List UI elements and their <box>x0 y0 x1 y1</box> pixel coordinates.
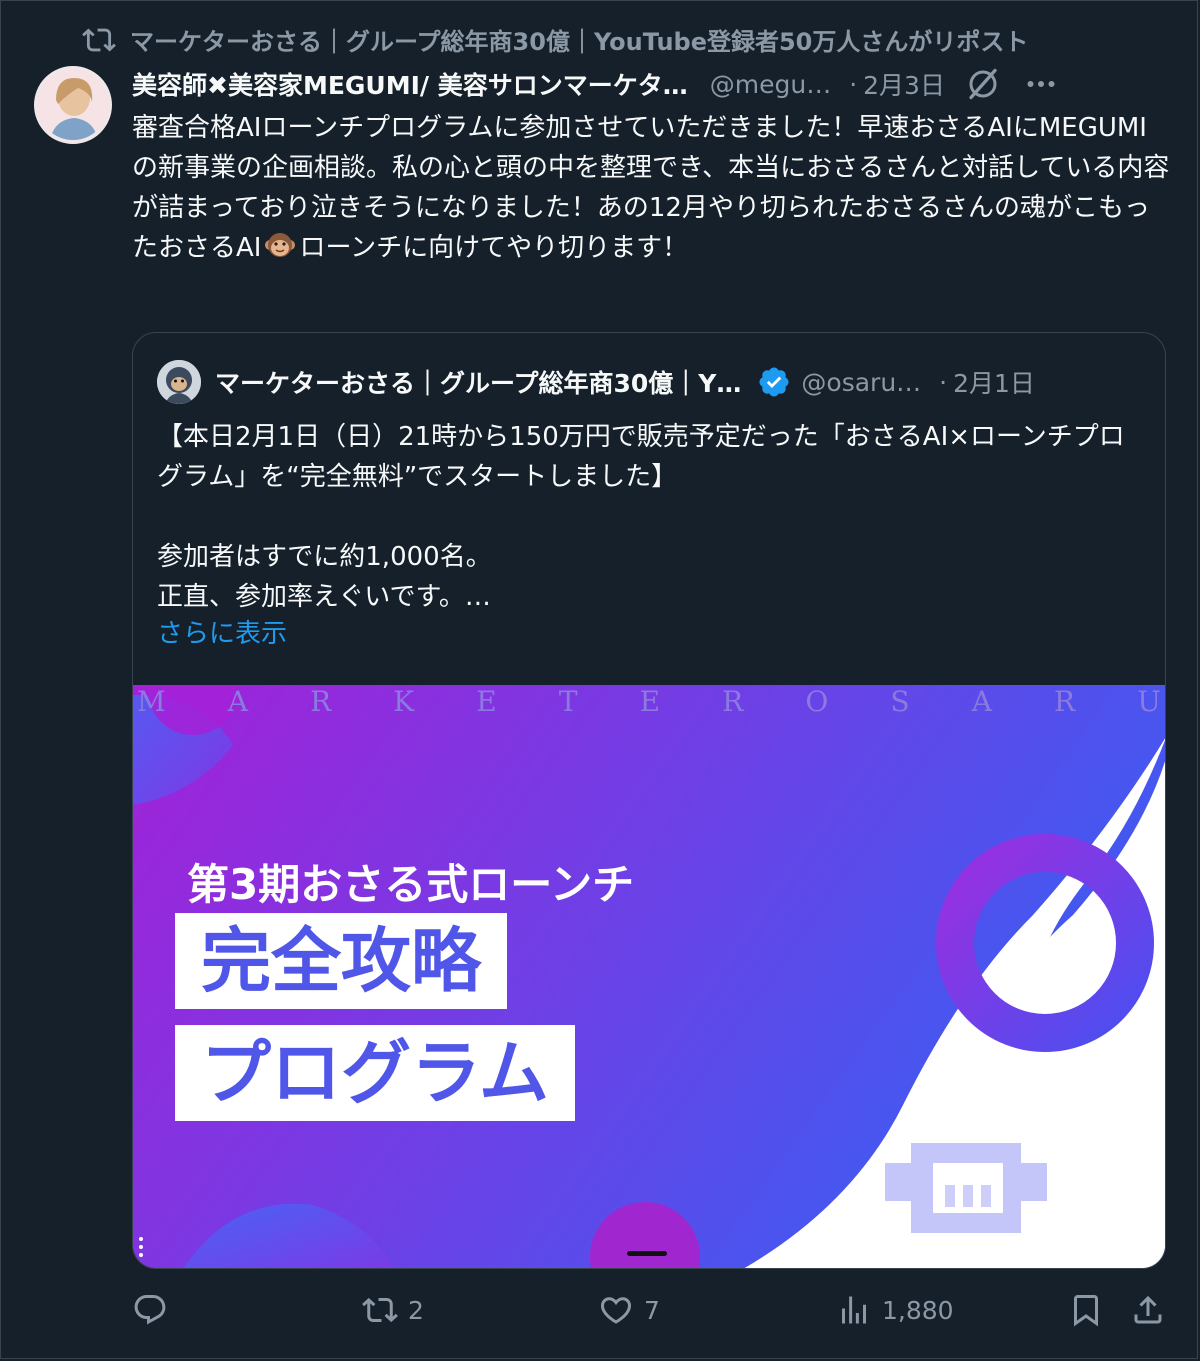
author-avatar[interactable] <box>34 66 112 144</box>
show-more-link[interactable]: さらに表示 <box>157 613 287 650</box>
like-button[interactable]: 7 <box>598 1292 660 1328</box>
banner-letter: S <box>890 685 912 718</box>
share-button[interactable] <box>1130 1292 1166 1328</box>
banner-letter: O <box>805 685 831 718</box>
quoted-avatar-image <box>157 360 201 404</box>
reply-icon <box>134 1295 166 1325</box>
views-count: 1,880 <box>882 1295 954 1325</box>
tweet-date[interactable]: 2月3日 <box>863 66 945 102</box>
repost-text: マーケターおさる｜グループ総年商30億｜YouTube登録者50万人さんがリポス… <box>130 28 1029 56</box>
quoted-handle[interactable]: @osaru… <box>801 368 921 397</box>
bookmark-button[interactable] <box>1068 1292 1104 1328</box>
bookmark-icon <box>1074 1295 1098 1327</box>
quoted-separator-dot: · <box>939 367 948 397</box>
author-handle[interactable]: @megu… <box>710 70 831 99</box>
quoted-media-image[interactable]: M A R K E T E R O S A R U 第3期おさる式ローンチ 完全… <box>133 685 1165 1268</box>
author-name[interactable]: 美容師✖美容家MEGUMI/ 美容サロンマーケタ… <box>132 66 688 102</box>
tweet-text-part2: ローンチに向けてやり切ります！ <box>299 233 689 263</box>
tweet-header: 美容師✖美容家MEGUMI/ 美容サロンマーケタ… @megu… · 2月3日 <box>132 64 1172 104</box>
banner-letter: K <box>393 685 417 718</box>
reply-button[interactable] <box>132 1292 178 1328</box>
banner-letter: U <box>1137 685 1163 718</box>
monkey-emoji-icon <box>265 233 296 257</box>
quoted-author-name[interactable]: マーケターおさる｜グループ総年商30億｜Y… <box>215 364 741 400</box>
avatar-image <box>38 70 108 140</box>
grok-icon[interactable] <box>965 66 1001 102</box>
tweet-text: 審査合格AIローンチプログラムに参加させていただきました！早速おさるAIにMEG… <box>132 108 1172 268</box>
like-count: 7 <box>644 1295 660 1325</box>
banner-letter: E <box>639 685 663 718</box>
banner-letter: A <box>227 685 250 718</box>
retweet-button[interactable]: 2 <box>362 1292 424 1328</box>
banner-letter: R <box>310 685 334 718</box>
heart-icon <box>600 1297 632 1324</box>
analytics-icon <box>842 1296 866 1324</box>
banner-title-line2: プログラム <box>201 1032 549 1114</box>
repost-icon <box>82 27 116 52</box>
banner-letter: E <box>476 685 499 718</box>
more-options-icon[interactable] <box>1023 66 1059 102</box>
quoted-header: マーケターおさる｜グループ総年商30億｜Y… @osaru… · 2月1日 <box>157 360 1035 404</box>
action-bar: 2 7 1,880 <box>132 1292 1168 1338</box>
retweet-icon <box>362 1297 398 1323</box>
media-dots-icon <box>139 1237 143 1257</box>
media-pager-indicator <box>627 1251 667 1256</box>
banner-letters: M A R K E T E R O S A R U <box>133 685 1165 718</box>
share-icon <box>1134 1295 1162 1324</box>
banner-subtitle: 第3期おさる式ローンチ <box>187 860 635 909</box>
separator-dot: · <box>849 69 858 99</box>
views-button[interactable]: 1,880 <box>836 1292 954 1328</box>
banner-letter: R <box>722 685 746 718</box>
banner-letter: T <box>558 685 580 718</box>
verified-badge-icon <box>759 367 789 397</box>
banner-title-line1: 完全攻略 <box>201 920 481 1002</box>
quoted-tweet[interactable]: マーケターおさる｜グループ総年商30億｜Y… @osaru… · 2月1日 【本… <box>132 332 1166 1269</box>
retweet-count: 2 <box>408 1295 424 1325</box>
quoted-avatar[interactable] <box>157 360 201 404</box>
banner-letter: M <box>137 685 168 718</box>
banner-title-box-2: プログラム <box>175 1025 575 1121</box>
banner-letter: A <box>971 685 994 718</box>
banner-title-box-1: 完全攻略 <box>175 913 507 1009</box>
quoted-text: 【本日2月1日（日）21時から150万円で販売予定だった「おさるAI×ローンチプ… <box>157 422 1125 612</box>
quoted-date[interactable]: 2月1日 <box>953 364 1035 400</box>
repost-indicator[interactable]: マーケターおさる｜グループ総年商30億｜YouTube登録者50万人さんがリポス… <box>82 22 1028 57</box>
banner-letter: R <box>1054 685 1078 718</box>
